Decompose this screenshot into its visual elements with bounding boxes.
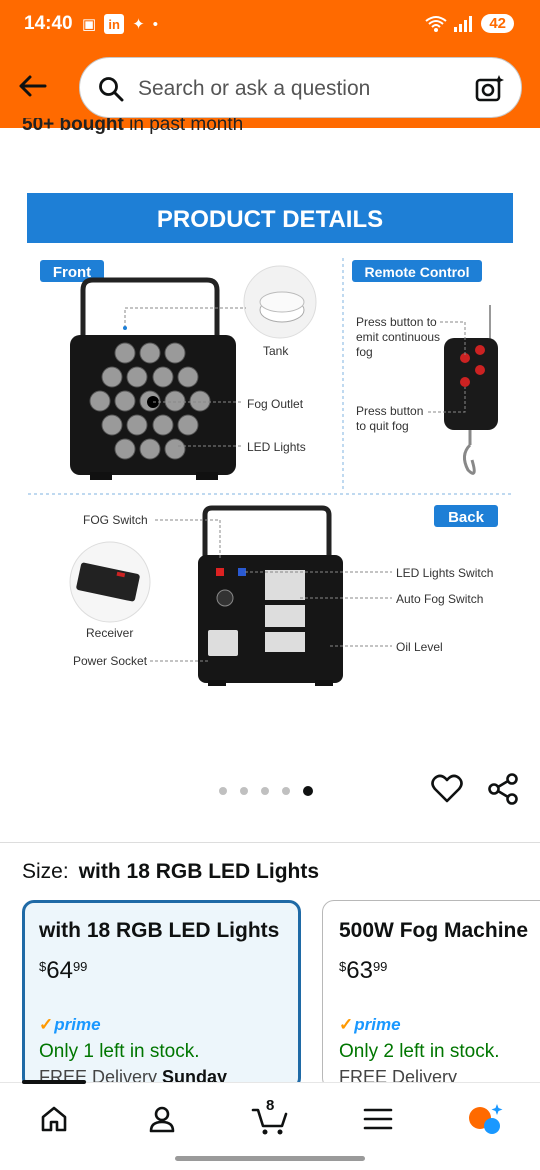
size-selection: Size: with 18 RGB LED Lights	[22, 860, 319, 884]
led-light	[101, 366, 123, 388]
tank-callout: Tank	[263, 344, 289, 358]
led-light	[189, 390, 211, 412]
size-option-18-rgb[interactable]: with 18 RGB LED Lights $6499 ✓prime Only…	[22, 900, 301, 1090]
led-light	[126, 414, 148, 436]
size-selected-value: with 18 RGB LED Lights	[78, 860, 320, 883]
size-label: Size:	[22, 860, 69, 883]
banner-text: PRODUCT DETAILS	[157, 206, 383, 233]
fog-switch-callout: FOG Switch	[83, 513, 148, 527]
flame-icon: ✦	[132, 16, 145, 33]
led-light	[152, 366, 174, 388]
oil-level-callout: Oil Level	[396, 640, 443, 654]
image-pager[interactable]	[219, 786, 313, 796]
led-light	[101, 414, 123, 436]
home-icon	[41, 1106, 67, 1132]
front-tag-text: Front	[53, 264, 91, 281]
led-light	[164, 390, 186, 412]
fog-machine-front	[70, 277, 236, 480]
pager-dot[interactable]	[282, 787, 290, 795]
gesture-handle	[175, 1156, 365, 1161]
stock-status: Only 2 left in stock.	[339, 1041, 500, 1062]
receiver-callout: Receiver	[86, 626, 133, 640]
led-light	[139, 438, 161, 460]
nav-cart[interactable]: 8	[248, 1097, 292, 1139]
status-system-icons: 42	[425, 14, 514, 33]
led-light	[114, 342, 136, 364]
led-light	[152, 414, 174, 436]
account-icon	[149, 1106, 175, 1133]
led-lights-callout: LED Lights	[247, 440, 306, 454]
remote-tag-text: Remote Control	[365, 264, 470, 280]
signal-icon	[454, 15, 473, 32]
status-notification-icons: ▣ in ✦ •	[82, 14, 158, 34]
remote-press-text-2: Press button to quit fog	[356, 404, 427, 433]
led-switch-callout: LED Lights Switch	[396, 566, 493, 580]
remote-control-image	[444, 305, 498, 475]
linkedin-icon: in	[104, 14, 125, 34]
option-title: 500W Fog Machine	[339, 919, 529, 942]
prime-badge: ✓prime	[39, 1015, 101, 1034]
led-light	[139, 342, 161, 364]
search-icon	[99, 77, 124, 102]
led-light	[114, 438, 136, 460]
auto-fog-switch-callout: Auto Fog Switch	[396, 592, 483, 606]
status-time: 14:40	[24, 13, 73, 34]
nav-rufus[interactable]	[464, 1099, 508, 1139]
search-input[interactable]	[138, 70, 458, 108]
stock-status: Only 1 left in stock.	[39, 1041, 200, 1062]
heart-icon[interactable]	[430, 772, 464, 806]
led-light	[177, 366, 199, 388]
led-light	[164, 438, 186, 460]
wifi-icon	[425, 15, 447, 32]
led-light	[177, 414, 199, 436]
bought-count: 50+ bought in past month	[22, 118, 244, 135]
fog-machine-back	[198, 505, 343, 686]
prime-check-icon: ✓	[339, 1015, 354, 1034]
prime-badge: ✓prime	[339, 1015, 401, 1034]
size-option-500w[interactable]: 500W Fog Machine $6399 ✓prime Only 2 lef…	[322, 900, 540, 1090]
screenshot-icon: ▣	[82, 16, 97, 33]
fog-outlet-callout: Fog Outlet	[247, 397, 304, 411]
dot-icon: •	[152, 15, 159, 33]
back-button[interactable]	[14, 68, 50, 104]
pager-dot[interactable]	[240, 787, 248, 795]
option-price: $6399	[339, 957, 388, 984]
nav-menu[interactable]	[356, 1099, 400, 1139]
battery-indicator: 42	[481, 14, 514, 33]
nav-account[interactable]	[140, 1099, 184, 1139]
power-socket-callout: Power Socket	[73, 654, 148, 668]
cart-count-badge: 8	[266, 1097, 275, 1114]
menu-icon	[363, 1108, 393, 1130]
rufus-assistant-icon	[469, 1104, 503, 1134]
remote-press-text-1: Press button to emit continuous fog	[356, 315, 443, 359]
status-bar: 14:40 ▣ in ✦ • 42	[0, 0, 540, 50]
nav-home[interactable]	[32, 1099, 76, 1139]
prime-check-icon: ✓	[39, 1015, 54, 1034]
header-bar: 14:40 ▣ in ✦ • 42	[0, 0, 540, 128]
pager-dot[interactable]	[261, 787, 269, 795]
pager-dot[interactable]	[219, 787, 227, 795]
back-arrow-icon	[19, 75, 47, 97]
product-image[interactable]: PRODUCT DETAILS Front Remote Control Tan…	[0, 150, 540, 770]
pager-dot[interactable]	[303, 786, 313, 796]
share-icon[interactable]	[486, 772, 520, 806]
camera-search-icon[interactable]	[475, 74, 505, 102]
option-price: $6499	[39, 957, 88, 984]
led-light	[126, 366, 148, 388]
section-divider	[0, 842, 540, 843]
option-title: with 18 RGB LED Lights	[39, 919, 280, 942]
led-light	[89, 390, 111, 412]
active-tab-indicator	[22, 1080, 86, 1084]
back-tag-text: Back	[448, 509, 485, 526]
search-bar[interactable]	[79, 57, 522, 118]
led-light	[114, 390, 136, 412]
led-light	[164, 342, 186, 364]
